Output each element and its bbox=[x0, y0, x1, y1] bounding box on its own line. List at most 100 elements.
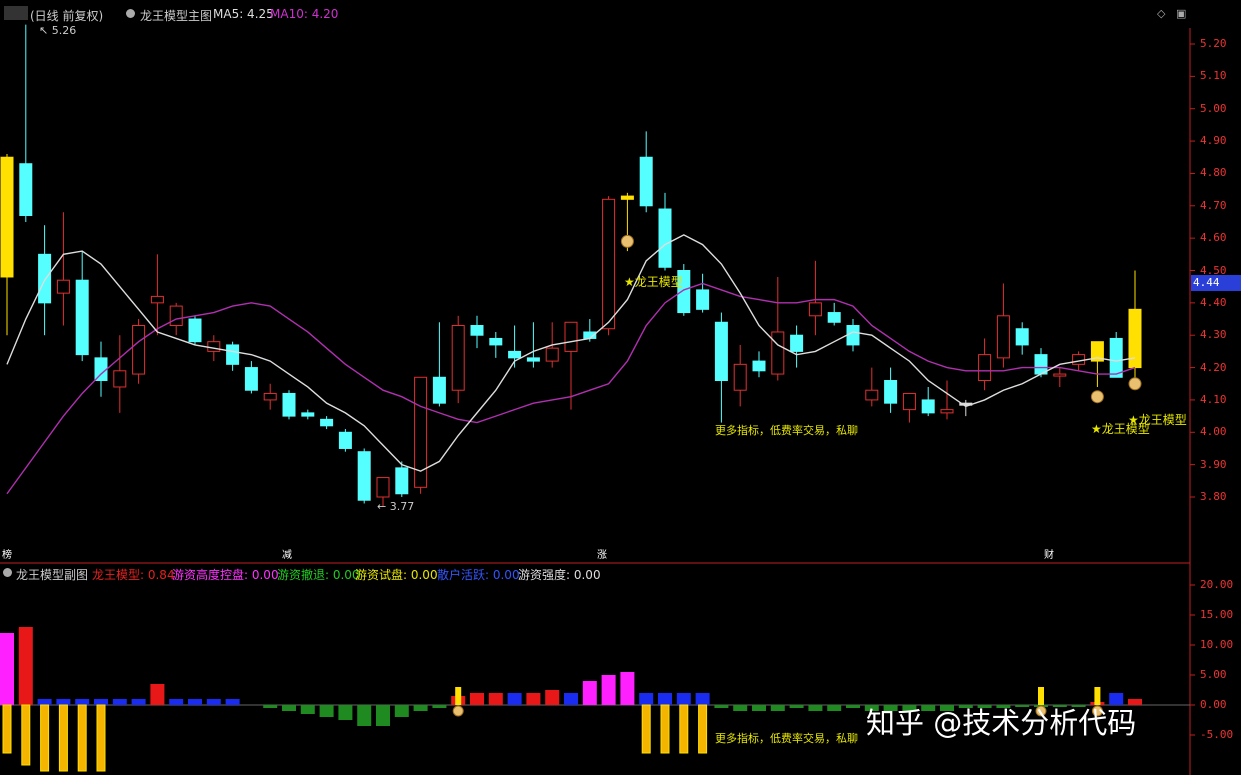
candle-body bbox=[470, 325, 484, 336]
candle-body bbox=[188, 318, 202, 343]
indicator-bar bbox=[319, 705, 334, 717]
candle-body bbox=[132, 325, 146, 375]
high-price-value: 5.26 bbox=[51, 24, 77, 37]
annotation-dragon-model-a: ★龙王模型 bbox=[624, 275, 683, 289]
candle-body bbox=[395, 467, 409, 495]
candle-body bbox=[56, 279, 70, 294]
legend-hot-money-retreat: 游资撤退: 0.00 bbox=[277, 568, 360, 582]
indicator-bar bbox=[131, 699, 146, 705]
test-bar bbox=[455, 687, 462, 705]
indicator-bar bbox=[488, 693, 503, 705]
indicator-bar bbox=[282, 705, 296, 711]
indicator-bar bbox=[112, 699, 127, 705]
legend-retail-active: 散户活跃: 0.00 bbox=[437, 568, 520, 582]
legend-hot-money-test: 游资试盘: 0.00 bbox=[355, 568, 438, 582]
candle-body bbox=[1053, 373, 1067, 377]
indicator-bar bbox=[394, 705, 409, 717]
y-tick-label: 5.10 bbox=[1200, 69, 1227, 83]
candle-body bbox=[978, 354, 992, 382]
annotation-more-indicators-sub: 更多指标，低费率交易，私聊 bbox=[715, 732, 858, 745]
indicator-bar bbox=[338, 705, 353, 720]
money-bag-icon bbox=[452, 705, 464, 717]
candle-body bbox=[902, 392, 916, 411]
indicator-bar bbox=[658, 693, 672, 705]
signal-bar bbox=[2, 704, 12, 754]
candle-body bbox=[639, 156, 653, 207]
candle-body bbox=[545, 347, 559, 362]
candle-body bbox=[357, 451, 371, 501]
indicator-bar bbox=[789, 705, 804, 708]
signal-bar bbox=[641, 704, 651, 754]
signal-bar bbox=[96, 704, 106, 772]
indicator-bar bbox=[94, 699, 108, 705]
candle-body bbox=[1072, 354, 1086, 365]
candle-body bbox=[376, 477, 390, 498]
indicator-bar bbox=[676, 693, 691, 705]
indicator-bar bbox=[37, 699, 52, 705]
y-tick-label: 4.60 bbox=[1200, 231, 1227, 245]
candle-body bbox=[1015, 328, 1029, 346]
annotation-dragon-model-c: ★龙王模型 bbox=[1128, 413, 1187, 427]
candle-body bbox=[1109, 337, 1123, 378]
indicator-bar bbox=[225, 699, 240, 705]
indicator-bar bbox=[846, 705, 860, 708]
signal-bar bbox=[77, 704, 87, 772]
y-tick-label: 0.00 bbox=[1200, 698, 1227, 711]
legend-dragon-model: 龙王模型: 0.84 bbox=[92, 568, 175, 582]
indicator-bar bbox=[770, 705, 785, 711]
candle-body bbox=[808, 302, 822, 317]
candle-body bbox=[827, 312, 841, 323]
y-tick-label: 10.00 bbox=[1200, 638, 1234, 651]
indicator-bar bbox=[752, 705, 766, 711]
indicator-bar bbox=[714, 705, 729, 708]
candle-body bbox=[75, 279, 89, 356]
signal-bar bbox=[40, 704, 50, 772]
y-tick-label: 5.00 bbox=[1200, 668, 1227, 681]
candle-body bbox=[526, 357, 540, 362]
sub-chart-title[interactable]: 龙王模型副图 bbox=[16, 566, 88, 583]
candle-body bbox=[19, 163, 33, 216]
low-price-mark: ← 3.77 bbox=[377, 500, 415, 513]
indicator-bar bbox=[564, 693, 578, 705]
indicator-bar bbox=[188, 699, 202, 705]
y-tick-label: -5.00 bbox=[1200, 728, 1234, 741]
y-tick-label: 15.00 bbox=[1200, 608, 1234, 621]
candle-body bbox=[733, 363, 747, 391]
y-tick-label: 5.00 bbox=[1200, 101, 1227, 115]
candle-body bbox=[169, 305, 183, 327]
candle-body bbox=[696, 289, 710, 310]
candle-body bbox=[0, 156, 14, 278]
gear-icon[interactable] bbox=[3, 566, 12, 580]
signal-bar bbox=[58, 704, 68, 772]
y-tick-label: 4.40 bbox=[1200, 295, 1227, 309]
candle-body bbox=[884, 380, 898, 404]
candle-body bbox=[940, 409, 954, 414]
candle-body bbox=[320, 418, 334, 427]
indicator-bar bbox=[169, 699, 184, 705]
indicator-bar bbox=[75, 699, 90, 705]
candle-body bbox=[207, 341, 221, 352]
indicator-bar bbox=[0, 633, 14, 705]
signal-bar bbox=[660, 704, 670, 754]
candle-body bbox=[301, 412, 315, 417]
indicator-bar bbox=[300, 705, 315, 714]
indicator-bar bbox=[56, 699, 71, 705]
indicator-bar bbox=[582, 681, 597, 705]
indicator-bar bbox=[545, 690, 560, 705]
candle-body bbox=[865, 389, 879, 401]
legend-hot-money-strength: 游资强度: 0.00 bbox=[518, 568, 601, 582]
candle-body bbox=[38, 253, 52, 304]
candle-body bbox=[996, 315, 1010, 359]
indicator-bar bbox=[620, 672, 635, 705]
y-tick-label: 3.90 bbox=[1200, 457, 1227, 471]
indicator-bar bbox=[376, 705, 390, 726]
high-price-mark: ↖ 5.26 bbox=[39, 24, 77, 37]
y-tick-label: 4.30 bbox=[1200, 328, 1227, 342]
indicator-bar bbox=[695, 693, 710, 705]
money-bag-icon bbox=[620, 234, 634, 248]
indicator-bar bbox=[470, 693, 484, 705]
candle-body bbox=[432, 376, 446, 404]
signal-bar bbox=[679, 704, 689, 754]
candle-body bbox=[921, 399, 935, 414]
candle-body bbox=[150, 295, 164, 304]
